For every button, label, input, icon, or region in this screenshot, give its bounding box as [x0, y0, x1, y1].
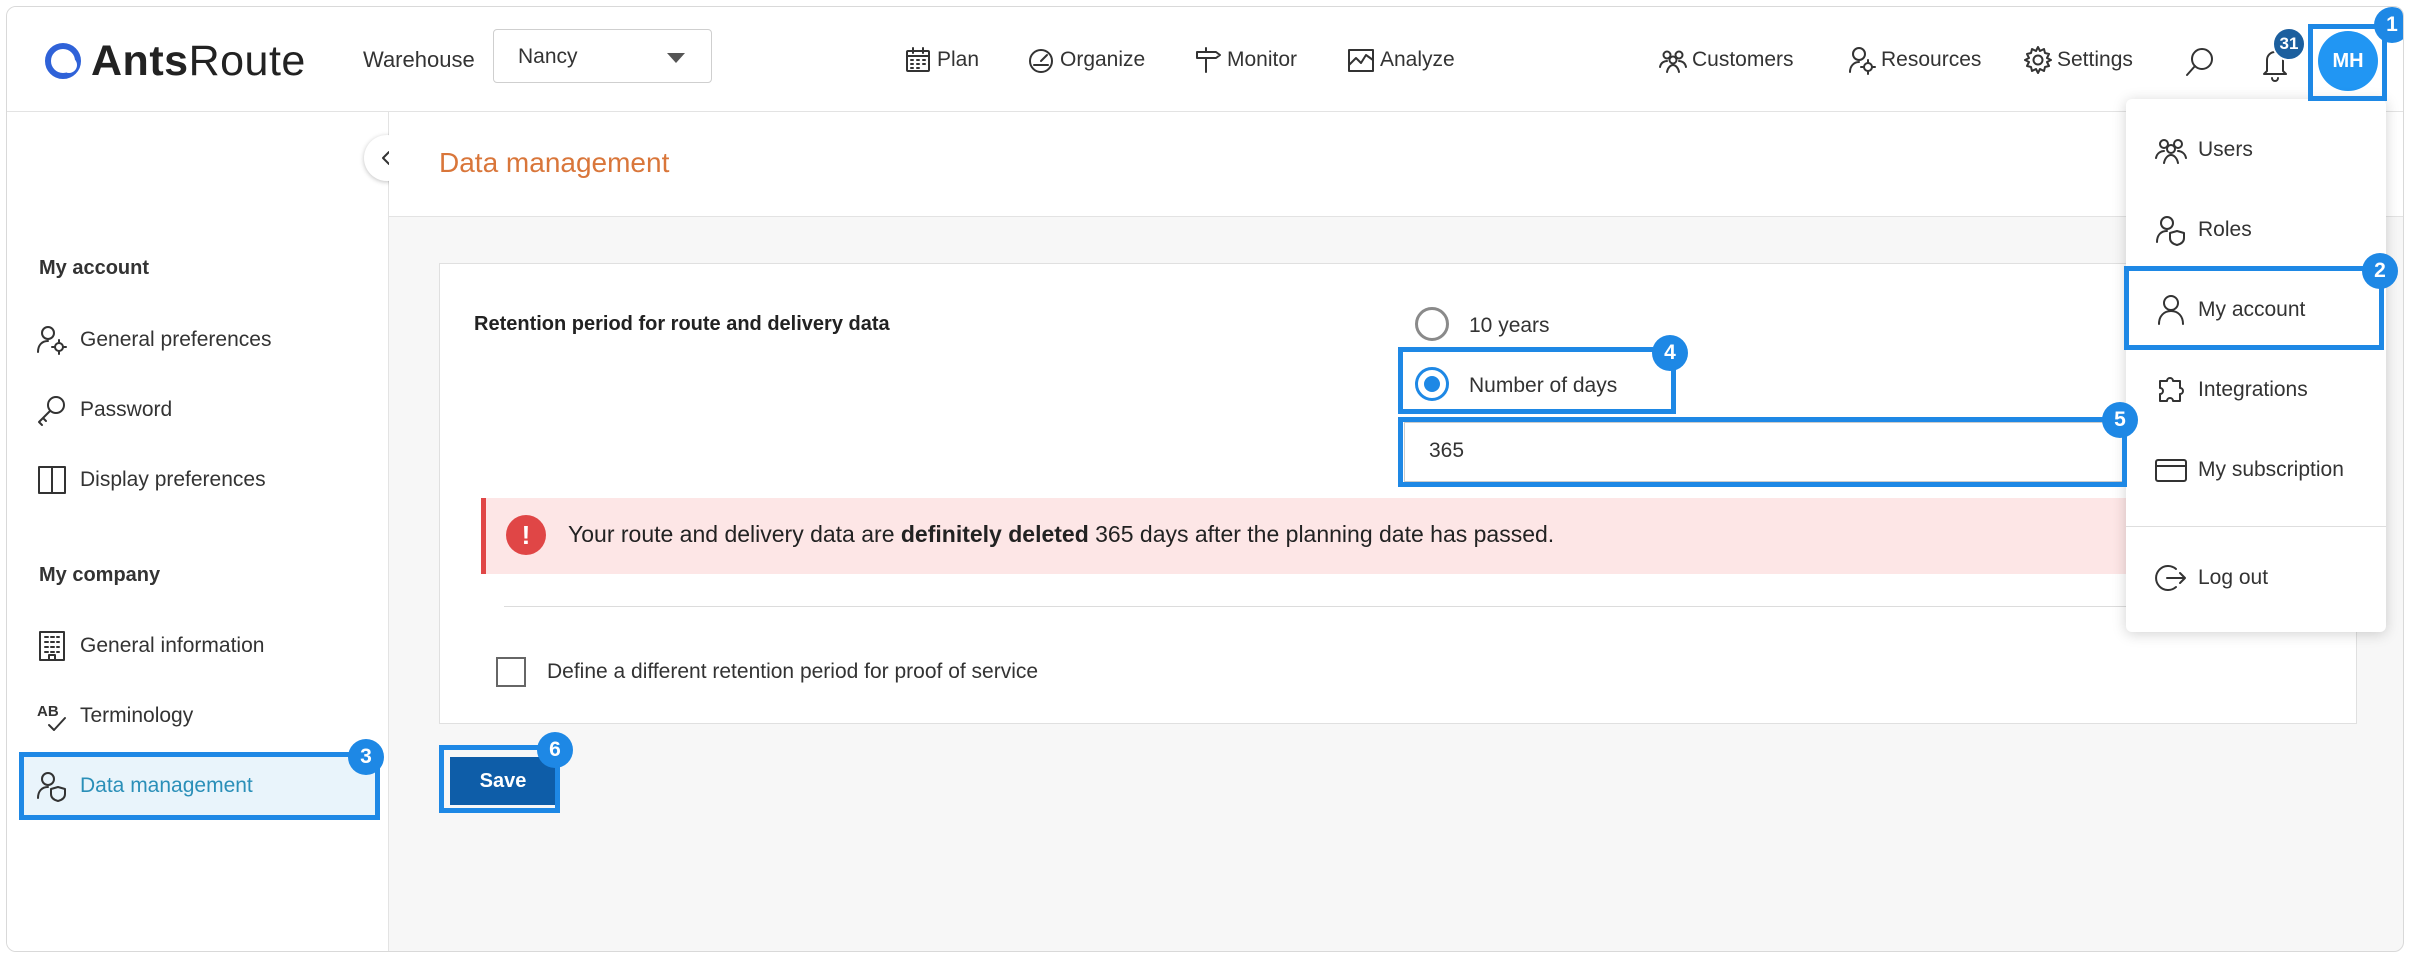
sidebar-section-my-company: My company: [39, 564, 161, 586]
menu-item-label: Integrations: [2198, 378, 2308, 401]
building-icon: [39, 631, 65, 661]
nav-monitor-label: Monitor: [1227, 48, 1298, 71]
warehouse-value: Nancy: [518, 45, 578, 68]
sidebar-section-my-account: My account: [39, 257, 150, 279]
menu-item-my-subscription[interactable]: My subscription: [2154, 450, 2344, 490]
highlight-number-4: 4: [1652, 335, 1688, 371]
radio-10-years[interactable]: [1415, 307, 1449, 341]
highlight-number-2: 2: [2362, 253, 2398, 289]
sidebar-item-password[interactable]: Password: [35, 390, 172, 430]
proof-of-service-checkbox[interactable]: [496, 657, 526, 687]
caret-down-icon: [667, 53, 685, 63]
nav-organize[interactable]: Organize: [1026, 43, 1145, 77]
credit-card-icon: [2155, 459, 2187, 482]
highlight-box-4: [1398, 347, 1676, 414]
spellcheck-icon: AB: [37, 703, 66, 731]
nav-analyze-label: Analyze: [1380, 48, 1455, 71]
nav-plan[interactable]: Plan: [903, 43, 979, 77]
highlight-box-2: [2124, 266, 2384, 350]
nav-resources-label: Resources: [1881, 48, 1982, 71]
deletion-warning-alert: ! Your route and delivery data are defin…: [481, 498, 2141, 574]
warehouse-select[interactable]: Nancy: [493, 29, 712, 83]
chart-icon: [1348, 49, 1374, 72]
proof-of-service-label[interactable]: Define a different retention period for …: [547, 660, 1038, 684]
sidebar-item-label: Password: [80, 398, 173, 421]
menu-item-users[interactable]: Users: [2154, 130, 2253, 170]
highlight-box-3: [19, 752, 380, 820]
highlight-box-5: [1398, 417, 2127, 487]
menu-item-label: Log out: [2198, 566, 2269, 589]
nav-analyze[interactable]: Analyze: [1346, 43, 1455, 77]
highlight-number-1: 1: [2374, 7, 2403, 43]
calendar-icon: [906, 47, 930, 72]
nav-monitor[interactable]: Monitor: [1193, 43, 1297, 77]
settings-sidebar: [7, 112, 389, 951]
sidebar-item-label: General preferences: [80, 328, 272, 351]
sidebar-item-label: General information: [80, 634, 265, 657]
menu-item-integrations[interactable]: Integrations: [2154, 370, 2308, 410]
nav-settings-label: Settings: [2057, 48, 2133, 71]
puzzle-icon: [2159, 377, 2184, 402]
nav-settings[interactable]: Settings: [2023, 43, 2133, 77]
logout-icon: [2155, 565, 2186, 591]
nav-plan-label: Plan: [937, 48, 980, 71]
menu-item-log-out[interactable]: Log out: [2154, 558, 2268, 598]
menu-item-roles[interactable]: Roles: [2154, 210, 2252, 250]
menu-divider: [2126, 526, 2386, 527]
user-shield-icon: [2156, 216, 2185, 246]
exclamation-icon: !: [506, 515, 546, 555]
menu-item-label: Roles: [2198, 218, 2252, 241]
user-menu-dropdown: [2126, 99, 2386, 632]
user-gear-icon: [37, 326, 67, 355]
highlight-number-3: 3: [348, 739, 384, 775]
menu-item-label: Users: [2198, 138, 2253, 161]
warehouse-label: Warehouse: [363, 47, 475, 72]
logo-text: AntsRoute: [91, 36, 306, 85]
notification-badge: 31: [2272, 27, 2306, 61]
sidebar-item-display-preferences[interactable]: Display preferences: [35, 460, 266, 500]
sidebar-item-label: Display preferences: [80, 468, 266, 491]
search-icon[interactable]: [2183, 45, 2217, 79]
speedometer-icon: [1029, 49, 1053, 73]
nav-organize-label: Organize: [1060, 48, 1146, 71]
antsroute-logo[interactable]: AntsRoute: [43, 31, 306, 91]
users-icon: [2155, 139, 2187, 164]
nav-customers[interactable]: Customers: [1658, 43, 1794, 77]
menu-item-label: My subscription: [2198, 458, 2344, 481]
app-window: AntsRoute Warehouse Nancy Plan Organize …: [6, 6, 2404, 952]
page-header: [389, 112, 2403, 217]
sidebar-item-terminology[interactable]: AB Terminology: [35, 696, 193, 736]
nav-resources[interactable]: Resources: [1847, 43, 1981, 77]
svg-text:AB: AB: [37, 703, 59, 720]
sidebar-item-label: Terminology: [80, 704, 194, 727]
retention-period-label: Retention period for route and delivery …: [474, 313, 890, 335]
deletion-warning-text: Your route and delivery data are definit…: [568, 521, 1555, 547]
signpost-icon: [1196, 47, 1221, 73]
section-divider: [504, 606, 2141, 607]
logo-mark-icon: [45, 43, 81, 79]
page-title: Data management: [439, 147, 670, 178]
radio-10-years-label[interactable]: 10 years: [1469, 314, 1550, 338]
highlight-number-5: 5: [2102, 402, 2138, 438]
highlight-box-1: [2308, 24, 2387, 101]
customers-icon: [1659, 50, 1687, 73]
sidebar-item-general-information[interactable]: General information: [35, 626, 264, 666]
nav-customers-label: Customers: [1692, 48, 1794, 71]
sidebar-item-general-preferences[interactable]: General preferences: [35, 320, 271, 360]
resources-icon: [1849, 47, 1876, 75]
key-icon: [38, 396, 65, 426]
columns-icon: [38, 466, 66, 494]
gear-icon: [2024, 46, 2052, 74]
highlight-number-6: 6: [537, 732, 573, 768]
